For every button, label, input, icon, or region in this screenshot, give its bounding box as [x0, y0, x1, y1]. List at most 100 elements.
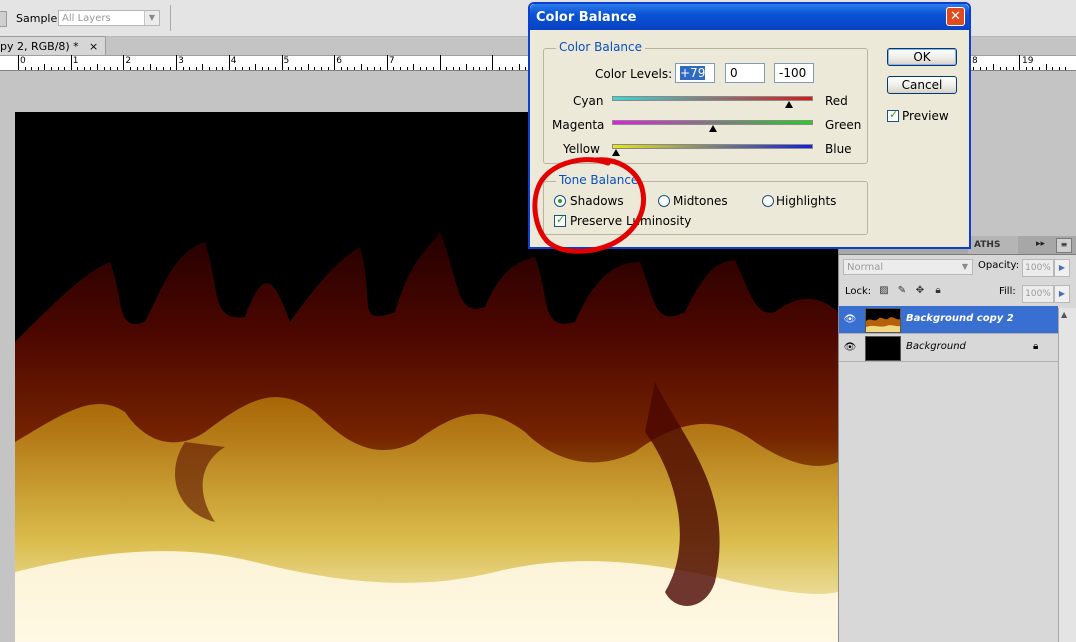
highlights-radio[interactable] [762, 195, 774, 207]
layer-row[interactable]: 👁︎ Background copy 2 [839, 306, 1058, 334]
ruler-tick [222, 67, 223, 70]
ruler-tick [183, 67, 184, 70]
ruler-tick [440, 55, 441, 70]
ruler-tick [361, 64, 362, 70]
close-icon[interactable]: ✕ [946, 7, 965, 26]
collapse-panel-icon[interactable]: ▸▸ [1036, 239, 1045, 249]
layer-thumbnail [865, 308, 901, 333]
lock-transparency-icon[interactable]: ▨ [878, 285, 890, 297]
layer-name: Background copy 2 [906, 313, 1014, 324]
slider-thumb[interactable] [784, 101, 793, 108]
ruler-tick [1032, 67, 1033, 70]
scroll-up-icon[interactable]: ▲ [1061, 310, 1067, 319]
ruler-tick [466, 64, 467, 70]
ruler-tick [235, 67, 236, 70]
lock-label: Lock: [845, 286, 872, 297]
layers-scrollbar[interactable]: ▲ [1058, 308, 1076, 642]
shadows-label[interactable]: Shadows [570, 194, 624, 208]
lock-image-brush-icon[interactable]: ✎ [896, 285, 908, 297]
sample-select[interactable]: All Layers ▼ [58, 10, 160, 26]
fill-slider-arrow-icon[interactable]: ▶ [1054, 285, 1070, 303]
ruler-tick [525, 67, 526, 70]
fill-input[interactable]: 100% [1022, 285, 1054, 303]
preview-checkbox[interactable]: ✓ [887, 108, 899, 122]
layer-thumbnail [865, 336, 901, 361]
blend-mode-select[interactable]: Normal ▼ [843, 259, 973, 275]
opacity-slider-arrow-icon[interactable]: ▶ [1054, 259, 1070, 277]
color-level-value: +79 [680, 66, 706, 80]
ruler-tick [426, 67, 427, 70]
lock-all-icon[interactable]: 🔒︎ [932, 285, 944, 297]
ruler-tick [519, 64, 520, 70]
ruler-tick [123, 55, 124, 70]
layers-panel: ATHS ▸▸ ≡ Normal ▼ Opacity: 100% ▶ Lock:… [838, 236, 1076, 642]
ruler-label: 8 [972, 56, 978, 66]
eye-icon[interactable]: 👁︎ [842, 341, 858, 355]
panel-menu-icon[interactable]: ≡ [1056, 238, 1072, 253]
ruler-tick [110, 67, 111, 70]
slider-thumb[interactable] [708, 125, 717, 132]
opacity-input[interactable]: 100% [1022, 259, 1054, 277]
ruler-label: 1 [72, 56, 79, 66]
ruler-tick [479, 67, 480, 70]
ruler-tick [486, 67, 487, 70]
ruler-tick [31, 67, 32, 70]
ruler-tick [242, 67, 243, 70]
color-level-magenta-green-input[interactable]: 0 [725, 63, 765, 83]
midtones-radio[interactable] [658, 195, 670, 207]
ruler-label: 19 [1022, 56, 1034, 66]
ruler-tick [249, 67, 250, 70]
ruler-tick [25, 67, 26, 70]
ruler-tick [1052, 67, 1053, 70]
ruler-tick [453, 67, 454, 70]
lock-position-move-icon[interactable]: ✥ [914, 285, 926, 297]
ok-button[interactable]: OK [887, 48, 957, 66]
preview-label[interactable]: Preview [902, 109, 949, 123]
ruler-tick [38, 67, 39, 70]
midtones-label[interactable]: Midtones [673, 194, 728, 208]
ruler-label: 3 [178, 56, 184, 66]
shadows-radio[interactable] [554, 195, 566, 207]
ruler-tick [347, 67, 348, 70]
ruler-label: 7 [388, 56, 395, 66]
ruler-tick [51, 67, 52, 70]
ruler-tick [295, 67, 296, 70]
ruler-tick [1013, 67, 1014, 70]
cyan-red-slider[interactable] [612, 96, 813, 101]
dialog-titlebar[interactable]: Color Balance ✕ [530, 4, 969, 30]
ruler-tick [58, 67, 59, 70]
checkmark-icon: ✓ [556, 213, 566, 226]
slider-left-label: Yellow [563, 142, 600, 156]
ruler-label: 6 [336, 56, 342, 66]
preserve-luminosity-label[interactable]: Preserve Luminosity [570, 214, 691, 228]
chevron-down-icon: ▼ [961, 262, 969, 271]
slider-thumb[interactable] [612, 149, 620, 156]
yellow-blue-slider[interactable] [612, 144, 813, 149]
ruler-tick [176, 55, 177, 70]
close-icon[interactable]: × [89, 37, 98, 55]
ruler-tick [1039, 67, 1040, 70]
tool-preset-picker[interactable] [0, 11, 7, 27]
color-level-yellow-blue-input[interactable]: -100 [774, 63, 814, 83]
highlights-label[interactable]: Highlights [776, 194, 836, 208]
ruler-tick [268, 67, 269, 70]
ruler-tick [156, 67, 157, 70]
ruler-tick [202, 64, 203, 70]
preserve-luminosity-checkbox[interactable]: ✓ [554, 213, 566, 227]
separator [170, 5, 171, 31]
eye-icon[interactable]: 👁︎ [842, 313, 858, 327]
color-level-cyan-red-input[interactable]: +79 [675, 63, 715, 83]
color-balance-group: Color Balance Color Levels: +79 0 -100 C… [543, 40, 868, 164]
tab-paths[interactable]: ATHS [968, 236, 1018, 254]
ruler-tick [84, 67, 85, 70]
document-tab[interactable]: py 2, RGB/8) * × [0, 36, 106, 55]
layer-row[interactable]: 👁︎ Background 🔒︎ [839, 334, 1058, 362]
radio-dot [558, 199, 562, 203]
ruler-tick [505, 67, 506, 70]
ruler-tick [473, 67, 474, 70]
ruler-tick [1046, 64, 1047, 70]
cancel-button[interactable]: Cancel [887, 76, 957, 94]
ruler-label: 2 [125, 56, 132, 66]
slider-left-label: Magenta [552, 118, 605, 132]
color-levels-label: Color Levels: [595, 67, 673, 81]
